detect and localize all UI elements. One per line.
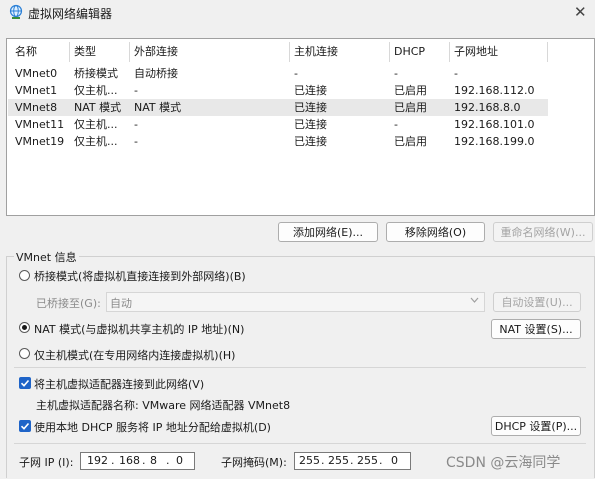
rename-network-button[interactable]: 重命名网络(W)... [493, 222, 593, 242]
section-divider [14, 367, 586, 368]
cell-host: - [294, 67, 298, 80]
cell-name: VMnet19 [15, 135, 65, 148]
column-header-type[interactable]: 类型 [74, 43, 96, 61]
column-header-host[interactable]: 主机连接 [294, 43, 338, 61]
bridged-to-label: 已桥接至(G): [36, 297, 101, 310]
cell-dhcp: - [394, 67, 398, 80]
close-icon[interactable]: ✕ [574, 3, 587, 21]
adapter-name-label: 主机虚拟适配器名称: VMware 网络适配器 VMnet8 [36, 399, 291, 412]
cell-subnet: - [454, 67, 458, 80]
dhcp-checkbox[interactable] [19, 420, 31, 432]
chevron-down-icon[interactable] [470, 297, 479, 303]
bridged-mode-label[interactable]: 桥接模式(将虚拟机直接连接到外部网络)(B) [34, 268, 246, 284]
ip-dot: . [111, 454, 115, 467]
auto-settings-button[interactable]: 自动设置(U)... [493, 292, 581, 312]
connect-adapter-label[interactable]: 将主机虚拟适配器连接到此网络(V) [34, 376, 204, 392]
subnet-mask-octet: 255 [299, 454, 320, 467]
ip-dot: . [321, 454, 325, 467]
checkmark-icon [20, 422, 30, 430]
bridged-mode-radio[interactable] [19, 270, 30, 281]
cell-external: - [134, 118, 138, 131]
subnet-ip-octet: 8 [150, 454, 157, 467]
window-title: 虚拟网络编辑器 [28, 7, 113, 21]
cell-name: VMnet1 [15, 84, 58, 97]
network-row-vmnet11[interactable]: VMnet11 仅主机... - 已连接 - 192.168.101.0 [8, 116, 548, 133]
host-only-mode-label[interactable]: 仅主机模式(在专用网络内连接虚拟机)(H) [34, 347, 235, 363]
column-divider[interactable] [69, 42, 70, 62]
network-row-vmnet19[interactable]: VMnet19 仅主机... - 已连接 已启用 192.168.199.0 [8, 133, 548, 150]
column-header-external[interactable]: 外部连接 [134, 43, 178, 61]
vmnet-info-label: VMnet 信息 [14, 249, 79, 265]
column-header-dhcp[interactable]: DHCP [394, 43, 425, 61]
ip-dot: . [350, 454, 354, 467]
ip-dot: . [142, 454, 146, 467]
dhcp-settings-button[interactable]: DHCP 设置(P)... [491, 416, 581, 436]
cell-name: VMnet11 [15, 118, 65, 131]
cell-host: 已连接 [294, 135, 327, 148]
subnet-ip-label: 子网 IP (I): [19, 456, 74, 469]
dhcp-label[interactable]: 使用本地 DHCP 服务将 IP 地址分配给虚拟机(D) [34, 419, 271, 435]
subnet-mask-octet: 0 [391, 454, 398, 467]
bridged-to-select[interactable] [106, 292, 485, 312]
cell-name: VMnet8 [15, 101, 58, 114]
watermark: CSDN @云海同学 [446, 455, 561, 471]
remove-network-button[interactable]: 移除网络(O) [386, 222, 485, 242]
host-only-mode-radio[interactable] [19, 348, 30, 359]
cell-subnet: 192.168.199.0 [454, 135, 535, 148]
cell-dhcp: 已启用 [394, 135, 427, 148]
cell-external: 自动桥接 [134, 67, 178, 80]
bridged-to-value: 自动 [110, 297, 132, 310]
network-row-vmnet1[interactable]: VMnet1 仅主机... - 已连接 已启用 192.168.112.0 [8, 82, 548, 99]
nat-mode-label[interactable]: NAT 模式(与虚拟机共享主机的 IP 地址)(N) [34, 321, 244, 337]
cell-external: NAT 模式 [134, 101, 182, 114]
cell-type: NAT 模式 [74, 101, 122, 114]
subnet-mask-octet: 255 [357, 454, 378, 467]
cell-type: 仅主机... [74, 84, 118, 97]
cell-type: 桥接模式 [74, 67, 118, 80]
cell-subnet: 192.168.8.0 [454, 101, 521, 114]
cell-external: - [134, 84, 138, 97]
add-network-button[interactable]: 添加网络(E)... [278, 222, 378, 242]
cell-name: VMnet0 [15, 67, 58, 80]
column-header-name[interactable]: 名称 [15, 43, 37, 61]
subnet-mask-label: 子网掩码(M): [221, 456, 287, 469]
cell-subnet: 192.168.112.0 [454, 84, 535, 97]
network-row-vmnet8[interactable]: VMnet8 NAT 模式 NAT 模式 已连接 已启用 192.168.8.0 [8, 99, 548, 116]
column-divider[interactable] [129, 42, 130, 62]
cell-subnet: 192.168.101.0 [454, 118, 535, 131]
subnet-ip-octet: 0 [176, 454, 183, 467]
network-globe-icon [9, 4, 23, 19]
cell-host: 已连接 [294, 84, 327, 97]
ip-dot: . [379, 454, 383, 467]
ip-dot: . [166, 454, 170, 467]
column-divider[interactable] [547, 42, 548, 62]
cell-external: - [134, 135, 138, 148]
subnet-ip-octet: 168 [119, 454, 140, 467]
subnet-ip-octet: 192 [87, 454, 108, 467]
nat-mode-radio[interactable] [19, 322, 30, 333]
cell-host: 已连接 [294, 101, 327, 114]
cell-dhcp: - [394, 118, 398, 131]
cell-host: 已连接 [294, 118, 327, 131]
network-list[interactable]: 名称 类型 外部连接 主机连接 DHCP 子网地址 VMnet0 桥接模式 自动… [6, 38, 595, 216]
cell-dhcp: 已启用 [394, 101, 427, 114]
checkmark-icon [20, 379, 30, 387]
nat-settings-button[interactable]: NAT 设置(S)... [491, 319, 581, 339]
cell-dhcp: 已启用 [394, 84, 427, 97]
column-divider[interactable] [389, 42, 390, 62]
network-row-vmnet0[interactable]: VMnet0 桥接模式 自动桥接 - - - [8, 65, 548, 82]
cell-type: 仅主机... [74, 135, 118, 148]
cell-type: 仅主机... [74, 118, 118, 131]
subnet-mask-octet: 255 [328, 454, 349, 467]
connect-adapter-checkbox[interactable] [19, 377, 31, 389]
column-divider[interactable] [289, 42, 290, 62]
section-divider [14, 443, 586, 444]
column-header-subnet[interactable]: 子网地址 [454, 43, 498, 61]
column-divider[interactable] [449, 42, 450, 62]
